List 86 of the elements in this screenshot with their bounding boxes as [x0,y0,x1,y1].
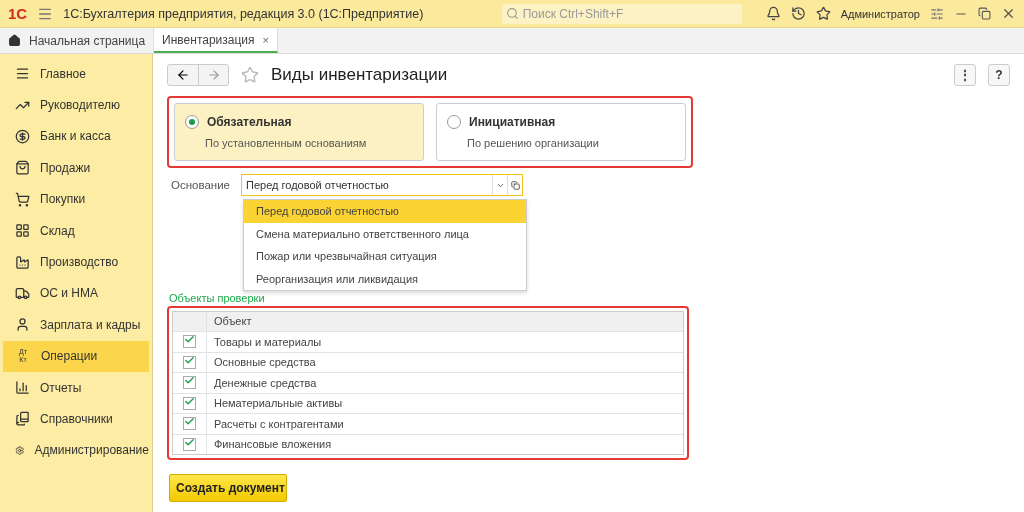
column-header: Объект [213,314,253,330]
home-icon [8,34,21,47]
sidebar-item[interactable]: Покупки [3,183,149,215]
sidebar-item[interactable]: Продажи [3,152,149,184]
sidebar-item[interactable]: Отчеты [3,371,149,404]
sidebar-item[interactable]: Справочники [3,403,149,435]
close-icon[interactable] [1001,6,1016,21]
form-title: Виды инвентаризации [271,65,449,85]
dropdown-option[interactable]: Перед годовой отчетностью [244,200,526,223]
star-icon[interactable] [815,6,831,21]
open-icon[interactable] [510,180,520,190]
dropdown-option[interactable]: Пожар или чрезвычайная ситуация [244,245,526,268]
section-title: Объекты проверки [169,291,266,304]
checkbox[interactable] [183,417,196,431]
sidebar-label: Производство [40,255,119,270]
sidebar-item[interactable]: Руководителю [3,89,149,121]
sidebar-label: Справочники [40,412,113,426]
sidebar-label: Покупки [40,192,86,207]
sidebar-label: Банк и касса [40,129,111,144]
sidebar-item[interactable]: Банк и касса [3,120,149,153]
sidebar-label: Руководителю [40,98,121,113]
truck-icon [15,285,30,301]
sidebar-label: Продажи [40,160,91,175]
close-icon[interactable]: × [262,33,269,46]
table-cell-text: Финансовые вложения [213,437,333,453]
sidebar-label: Склад [40,223,75,238]
basis-dropdown[interactable]: Перед годовой отчетностью [241,174,523,196]
grid-icon [15,223,30,239]
logo: 1С [8,5,28,22]
user-name[interactable]: Администратор [840,7,920,20]
dropdown-option[interactable]: Смена материально ответственного лица [244,222,526,245]
sidebar-item[interactable]: Зарплата и кадры [3,309,149,341]
arrow-right-icon [206,68,221,82]
option-card[interactable]: Инициативная По решению организации [436,103,686,161]
radio-button[interactable] [447,115,461,129]
option-subtitle: По установленным основаниям [204,137,368,149]
bell-icon[interactable] [765,6,781,21]
checkbox[interactable] [183,437,196,451]
cart-icon [15,191,30,207]
sidebar-item[interactable]: Главное [3,58,149,90]
window-title: 1С:Бухгалтерия предприятия, редакция 3.0 (1С:Предприятие) [63,6,425,21]
checkbox[interactable] [183,396,196,410]
create-button[interactable]: Создать документ [169,474,287,502]
sidebar-label: Главное [40,66,86,81]
arrow-left-icon [176,68,190,82]
table-cell-text: Нематериальные активы [213,396,344,412]
sidebar-label: Операции [41,349,98,364]
checkbox[interactable] [183,355,196,369]
sidebar-label: ОС и НМА [40,286,99,301]
factory-icon [15,254,30,270]
option-title: Инициативная [469,115,556,129]
bar-chart-icon [15,380,30,396]
table-cell-text: Расчеты с контрагентами [213,416,345,432]
lines-icon [15,66,30,82]
sidebar-item[interactable]: ОС и НМА [3,277,149,310]
filter-icon[interactable] [930,6,944,21]
restore-icon[interactable] [978,7,991,20]
coin-icon [15,128,30,144]
sidebar-item[interactable]: Склад [3,214,149,247]
more-button[interactable]: ⋮ [954,64,976,86]
search-icon [505,7,519,20]
help-button[interactable]: ? [988,64,1010,86]
option-title: Обязательная [207,115,292,129]
history-icon[interactable] [790,6,806,21]
tab-label: Начальная страница [29,33,146,48]
sidebar-label: Администрирование [34,443,149,458]
bag-icon [15,160,30,176]
dropdown-option[interactable]: Реорганизация или ликвидация [244,267,526,290]
checkbox[interactable] [183,376,196,390]
sidebar-item[interactable]: Администрирование [3,434,149,467]
sidebar-label: Отчеты [40,380,82,395]
sidebar-item[interactable]: Производство [3,246,149,278]
option-subtitle: По решению организации [466,137,600,149]
books-icon [15,411,30,427]
favorite-icon[interactable] [241,66,259,84]
table-cell-text: Товары и материалы [213,334,323,350]
user-icon [15,317,30,333]
sidebar-label: Зарплата и кадры [40,317,141,332]
checkbox[interactable] [183,335,196,349]
radio-button[interactable] [185,115,199,129]
option-card[interactable]: Обязательная По установленным основаниям [174,103,424,161]
tab[interactable]: Инвентаризация × [154,28,278,53]
tab-label: Инвентаризация [162,32,255,47]
table-cell-text: Денежные средства [213,375,318,391]
table-cell-text: Основные средства [213,355,317,371]
field-label: Основание [171,179,231,191]
